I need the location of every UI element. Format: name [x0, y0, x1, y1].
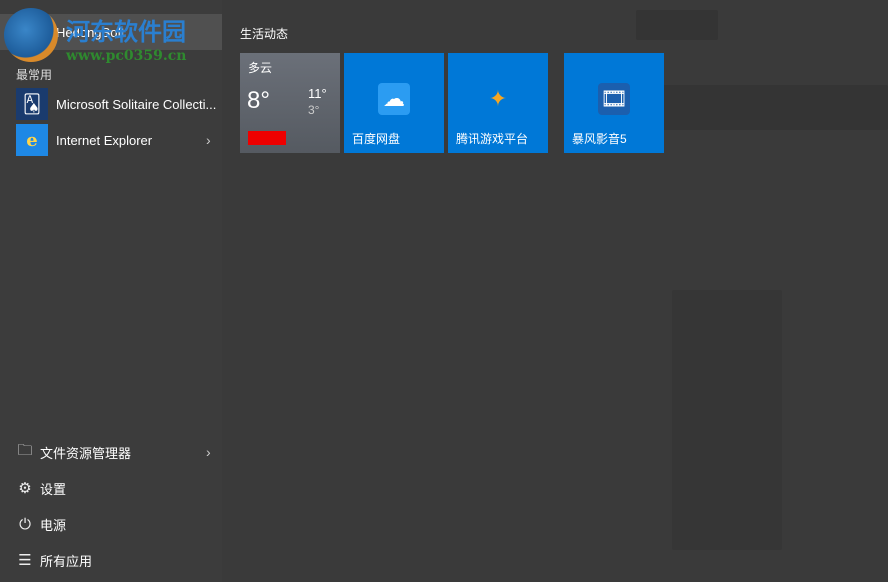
watermark-url: www.pc0359.cn: [66, 48, 186, 64]
cards-icon: 🂡: [16, 88, 48, 120]
tile-label: 百度网盘: [352, 130, 400, 147]
label: 设置: [40, 479, 222, 498]
list-icon: ☰: [16, 551, 34, 569]
label: 所有应用: [40, 551, 222, 570]
file-explorer-button[interactable]: 🗀 文件资源管理器›: [16, 437, 222, 467]
watermark-logo: [4, 8, 58, 62]
weather-condition: 多云: [248, 59, 272, 76]
watermark-title: 河东软件园: [66, 12, 186, 47]
app-label: Microsoft Solitaire Collecti...: [56, 97, 222, 112]
chevron-right-icon[interactable]: ›: [206, 132, 222, 148]
cloud-icon: ☁: [378, 83, 410, 115]
background-window: [660, 85, 888, 130]
power-icon: ⏻: [16, 516, 34, 533]
app-label: Internet Explorer: [56, 133, 206, 148]
gear-icon: ⚙: [16, 479, 34, 497]
weather-tile[interactable]: 多云 8° 11° 3°: [240, 53, 340, 153]
tile-label: 暴风影音5: [572, 130, 627, 147]
tile-baofeng[interactable]: 🎞 暴风影音5: [564, 53, 664, 153]
app-solitaire[interactable]: 🂡 Microsoft Solitaire Collecti...: [16, 88, 222, 120]
all-apps-button[interactable]: ☰ 所有应用: [16, 545, 222, 575]
label: 电源: [40, 515, 222, 534]
tencent-games-icon: ✦: [482, 83, 514, 115]
tile-label: 腾讯游戏平台: [456, 130, 528, 147]
power-button[interactable]: ⏻ 电源: [16, 509, 222, 539]
tile-group-title: 生活动态: [240, 25, 288, 42]
chevron-right-icon[interactable]: ›: [206, 444, 222, 460]
ie-icon: e: [16, 124, 48, 156]
weather-low: 3°: [308, 103, 319, 117]
folder-icon: 🗀: [16, 440, 34, 465]
app-internet-explorer[interactable]: e Internet Explorer ›: [16, 124, 222, 156]
redaction-mark: [248, 131, 286, 145]
start-menu-left-pane: HedongSoft 河东软件园 www.pc0359.cn 最常用 🂡 Mic…: [0, 0, 222, 582]
most-used-heading: 最常用: [16, 66, 52, 83]
label: 文件资源管理器: [40, 443, 206, 462]
background-window: [636, 10, 718, 40]
tile-tencent-games[interactable]: ✦ 腾讯游戏平台: [448, 53, 548, 153]
weather-temp: 8°: [247, 87, 270, 115]
film-icon: 🎞: [598, 83, 630, 115]
tile-baidu-netdisk[interactable]: ☁ 百度网盘: [344, 53, 444, 153]
weather-high: 11°: [308, 86, 327, 101]
settings-button[interactable]: ⚙ 设置: [16, 473, 222, 503]
background-window: [672, 290, 782, 550]
